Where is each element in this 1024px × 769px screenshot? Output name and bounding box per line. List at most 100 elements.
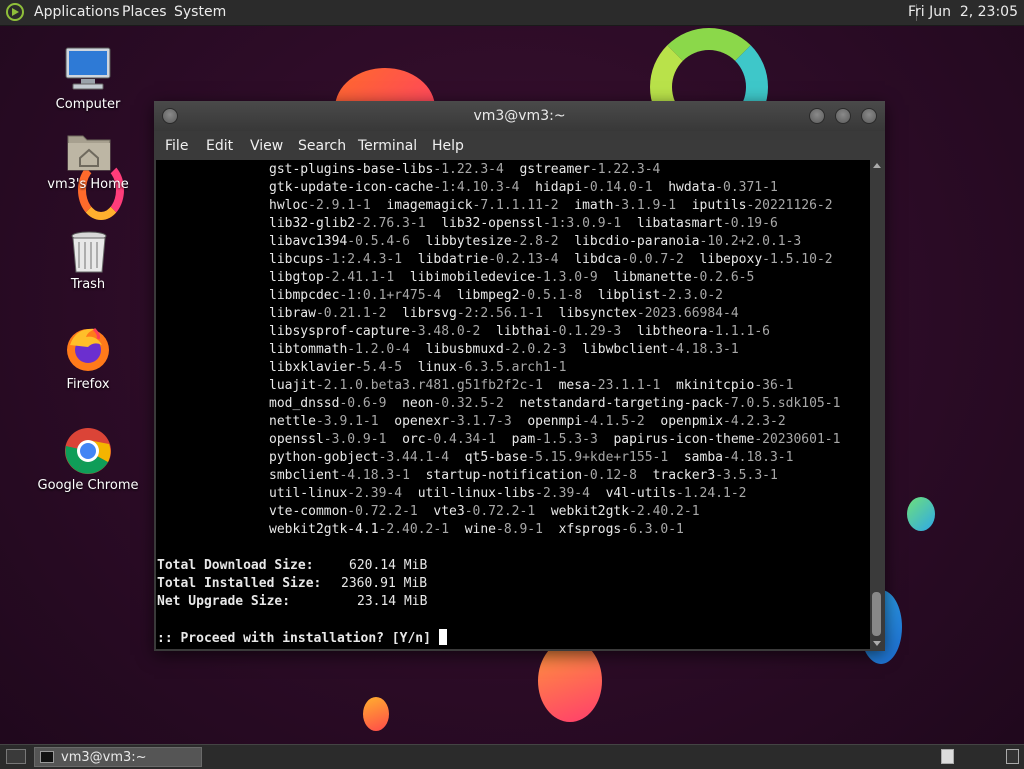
desktop-icon-label: Firefox <box>66 377 110 392</box>
package-name: luajit <box>269 378 316 393</box>
desktop-icon-firefox[interactable]: Firefox <box>33 325 143 395</box>
package-line: libmpcdec-1:0.1+r475-4 libmpeg2-0.5.1-8 … <box>269 287 723 305</box>
computer-icon <box>65 47 111 90</box>
package-version: -3.48.0-2 <box>409 324 481 339</box>
package-name: util-linux <box>269 486 348 501</box>
package-version: -1.22.3-4 <box>589 162 661 177</box>
close-button[interactable] <box>861 108 877 124</box>
package-version: -10.2+2.0.1-3 <box>699 234 802 249</box>
terminal-icon <box>40 751 54 763</box>
scroll-down-arrow-icon[interactable] <box>873 641 881 646</box>
package-name: neon <box>402 396 434 411</box>
maximize-button[interactable] <box>835 108 851 124</box>
package-version: -4.2.3-2 <box>723 414 786 429</box>
package-name: startup-notification <box>425 468 583 483</box>
desktop-icon-label: vm3's Home <box>47 177 129 192</box>
package-name: mod_dnssd <box>269 396 340 411</box>
scrollbar-thumb[interactable] <box>872 592 881 636</box>
package-line: libsysprof-capture-3.48.0-2 libthai-0.1.… <box>269 323 770 341</box>
package-version: -0.12-8 <box>582 468 637 483</box>
package-version: -1.22.3-4 <box>433 162 504 177</box>
scroll-up-arrow-icon[interactable] <box>873 163 881 168</box>
package-version: -2.39-4 <box>535 486 590 501</box>
package-name: libsynctex <box>558 306 637 321</box>
package-version: -3.0.9-1 <box>323 432 387 447</box>
menu-system[interactable]: System <box>174 4 226 20</box>
menu-help[interactable]: Help <box>432 138 464 154</box>
home-folder-icon <box>67 135 111 171</box>
package-name: libbytesize <box>425 234 512 249</box>
package-version: -1.24.1-2 <box>676 486 747 501</box>
package-version: -2.0.2-3 <box>503 342 567 357</box>
package-version: -1.1.1-6 <box>707 324 770 339</box>
package-name: pam <box>511 432 536 447</box>
package-version: -7.1.1.11-2 <box>472 198 559 213</box>
package-name: orc <box>402 432 426 447</box>
package-name: libthai <box>496 324 551 339</box>
package-version: -0.21.1-2 <box>315 306 387 321</box>
menu-applications[interactable]: Applications <box>34 4 120 20</box>
window-titlebar[interactable]: vm3@vm3:~ <box>154 101 885 131</box>
package-version: -2.9.1-1 <box>308 198 371 213</box>
workspace-1[interactable] <box>941 749 954 764</box>
package-version: -2.76.3-1 <box>355 216 426 231</box>
package-name: webkit2gtk-4.1 <box>269 522 379 537</box>
desktop-icon-chrome[interactable]: Google Chrome <box>33 426 143 496</box>
desktop-icon-computer[interactable]: Computer <box>33 44 143 114</box>
top-panel: Applications Places System Fri Jun 2, 23… <box>0 0 1024 26</box>
package-name: openpmix <box>660 414 724 429</box>
package-name: openssl <box>269 432 324 447</box>
firefox-icon <box>67 327 109 371</box>
menu-edit[interactable]: Edit <box>206 138 233 154</box>
package-name: libcups <box>269 252 324 267</box>
package-version: -2.41.1-1 <box>323 270 395 285</box>
menu-file[interactable]: File <box>165 138 188 154</box>
summary-line: Total Download Size: 620.14 MiB <box>157 558 428 573</box>
package-name: openmpi <box>527 414 583 429</box>
desktop-icon-label: Computer <box>55 97 121 112</box>
desktop-icon-label: Trash <box>70 277 106 292</box>
prompt-line: :: Proceed with installation? [Y/n] <box>157 629 447 648</box>
package-name: samba <box>683 450 723 465</box>
package-name: nettle <box>269 414 316 429</box>
package-name: tracker3 <box>652 468 716 483</box>
desktop-icon-trash[interactable]: Trash <box>33 228 143 298</box>
show-desktop-icon[interactable] <box>6 749 26 764</box>
package-name: xfsprogs <box>558 522 622 537</box>
package-name: libmanette <box>613 270 692 285</box>
distro-logo-icon[interactable] <box>6 3 24 21</box>
package-name: lib32-openssl <box>441 216 543 231</box>
package-version: -4.18.3-1 <box>723 450 794 465</box>
package-name: vte-common <box>269 504 348 519</box>
menu-search[interactable]: Search <box>298 138 346 154</box>
package-name: libepoxy <box>699 252 763 267</box>
clock[interactable]: Fri Jun 2, 23:05 <box>908 4 1018 20</box>
window-menubar: File Edit View Search Terminal Help <box>154 131 885 159</box>
menu-terminal[interactable]: Terminal <box>358 138 417 154</box>
menu-view[interactable]: View <box>250 138 283 154</box>
package-name: libtommath <box>269 342 348 357</box>
package-name: libmpeg2 <box>456 288 520 303</box>
package-line: gst-plugins-base-libs-1.22.3-4 gstreamer… <box>269 161 660 179</box>
terminal-output[interactable]: webkit2gtk-4.1-2.40.2-1 wine-8.9-1 xfspr… <box>156 160 870 649</box>
desktop-icon-label: Google Chrome <box>37 478 139 493</box>
package-name: libcdio-paranoia <box>574 234 700 249</box>
package-version: -0.1.29-3 <box>550 324 622 339</box>
package-version: -0.0.7-2 <box>621 252 684 267</box>
package-name: hwloc <box>269 198 309 213</box>
taskbar-item-terminal[interactable]: vm3@vm3:~ <box>34 747 202 767</box>
package-version: -5.4-5 <box>355 360 403 375</box>
workspace-2[interactable] <box>1006 749 1019 764</box>
package-version: -6.3.5.arch1-1 <box>456 360 567 375</box>
minimize-button[interactable] <box>809 108 825 124</box>
scrollbar[interactable] <box>870 160 883 649</box>
menu-places[interactable]: Places <box>122 4 167 20</box>
package-version: -3.9.1-1 <box>315 414 379 429</box>
desktop-icon-home[interactable]: vm3's Home <box>33 128 143 198</box>
package-version: -4.1.5-2 <box>582 414 645 429</box>
package-name: hwdata <box>668 180 716 195</box>
package-name: netstandard-targeting-pack <box>519 396 724 411</box>
package-line: luajit-2.1.0.beta3.r481.g51fb2f2c-1 mesa… <box>269 377 793 395</box>
package-version: -0.19-6 <box>722 216 778 231</box>
package-version: -3.5.3-1 <box>715 468 778 483</box>
